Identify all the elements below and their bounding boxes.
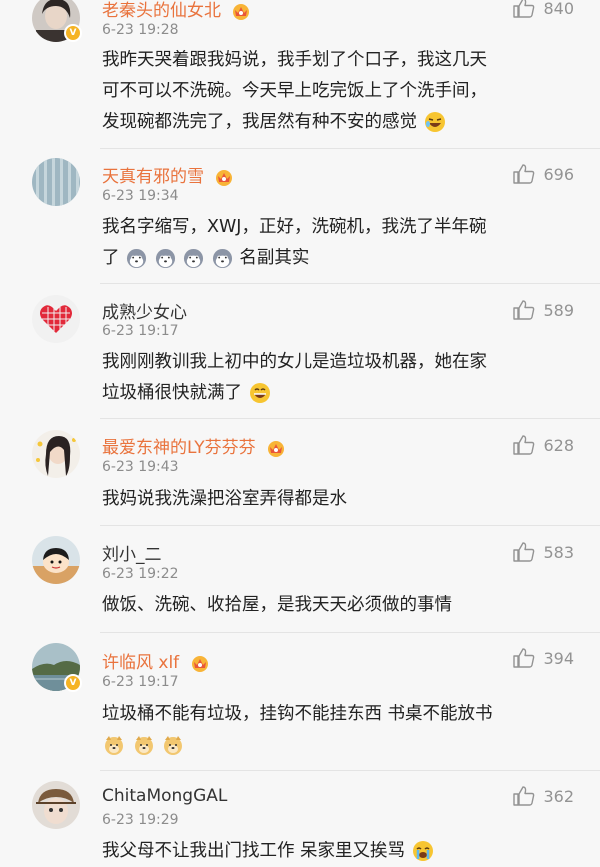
like-button[interactable]: 583 bbox=[513, 540, 574, 564]
divider bbox=[100, 283, 600, 284]
divider bbox=[100, 148, 600, 149]
comment-line: 可不可以不洗碗。今天早上吃完饭上了个洗手间， bbox=[102, 81, 487, 101]
comment-line: 我父母不让我出门找工作 呆家里又挨骂 bbox=[102, 841, 406, 861]
crown-vip-icon bbox=[191, 656, 208, 672]
like-button[interactable]: 840 bbox=[513, 0, 574, 20]
like-count: 696 bbox=[543, 164, 574, 184]
avatar[interactable] bbox=[32, 430, 80, 478]
comment-line: 名副其实 bbox=[239, 248, 310, 268]
like-count: 583 bbox=[543, 542, 574, 562]
comment-line: 垃圾桶很快就满了 bbox=[102, 383, 242, 403]
comment-text: 我妈说我洗澡把浴室弄得都是水 bbox=[102, 484, 572, 515]
like-button[interactable]: 394 bbox=[513, 646, 574, 670]
comment-text: 我刚刚教训我上初中的女儿是造垃圾机器，她在家 垃圾桶很快就满了 bbox=[102, 347, 572, 409]
husky-emoji-icon bbox=[155, 248, 175, 268]
comment-time: 6-23 19:34 bbox=[102, 188, 179, 204]
verified-badge-icon: V bbox=[64, 674, 82, 692]
divider bbox=[100, 770, 600, 771]
like-button[interactable]: 589 bbox=[513, 298, 574, 322]
like-count: 840 bbox=[543, 0, 574, 18]
username[interactable]: 许临风 xlf bbox=[102, 648, 211, 673]
doge-emoji-icon bbox=[134, 736, 153, 755]
verified-badge-icon: V bbox=[64, 24, 82, 42]
crying-emoji-icon bbox=[412, 841, 433, 861]
crown-vip-icon bbox=[233, 4, 250, 20]
like-button[interactable]: 696 bbox=[513, 162, 574, 186]
like-button[interactable]: 362 bbox=[513, 784, 574, 808]
comment-time: 6-23 19:28 bbox=[102, 22, 179, 38]
comment-text: 我昨天哭着跟我妈说，我手划了个口子，我这几天 可不可以不洗碗。今天早上吃完饭上了… bbox=[102, 45, 572, 138]
laughing-emoji-icon bbox=[424, 112, 445, 132]
thumbs-up-icon bbox=[513, 0, 535, 18]
comment-text: 垃圾桶不能有垃圾，挂钩不能挂东西 书桌不能放书 bbox=[102, 699, 572, 761]
username[interactable]: ChitaMongGAL bbox=[102, 786, 227, 806]
username[interactable]: 天真有邪的雪 bbox=[102, 162, 235, 187]
comment-time: 6-23 19:43 bbox=[102, 459, 179, 475]
comment-time: 6-23 19:22 bbox=[102, 566, 179, 582]
thumbs-up-icon bbox=[513, 542, 535, 562]
husky-emoji-icon bbox=[212, 248, 232, 268]
husky-emoji-icon bbox=[127, 248, 147, 268]
divider bbox=[100, 632, 600, 633]
comment-text: 我名字缩写，XWJ，正好，洗碗机，我洗了半年碗 了 名副其实 bbox=[102, 212, 572, 274]
avatar[interactable] bbox=[32, 781, 80, 829]
comment-text: 做饭、洗碗、收拾屋，是我天天必须做的事情 bbox=[102, 590, 572, 621]
comment-line: 做饭、洗碗、收拾屋，是我天天必须做的事情 bbox=[102, 595, 452, 615]
comment-line: 垃圾桶不能有垃圾，挂钩不能挂东西 书桌不能放书 bbox=[102, 704, 493, 724]
username[interactable]: 刘小_二 bbox=[102, 540, 162, 565]
like-count: 589 bbox=[543, 300, 574, 320]
husky-emoji-icon bbox=[184, 248, 204, 268]
avatar[interactable] bbox=[32, 295, 80, 343]
thumbs-up-icon bbox=[513, 435, 535, 455]
crown-vip-icon bbox=[216, 170, 233, 186]
comment-line: 了 bbox=[102, 248, 120, 268]
doge-emoji-icon bbox=[105, 736, 123, 755]
comment-time: 6-23 19:17 bbox=[102, 674, 179, 690]
like-count: 362 bbox=[543, 786, 574, 806]
comment-text: 我父母不让我出门找工作 呆家里又挨骂 bbox=[102, 836, 572, 867]
like-button[interactable]: 628 bbox=[513, 433, 574, 457]
doge-emoji-icon bbox=[164, 736, 183, 755]
comment-time: 6-23 19:29 bbox=[102, 812, 179, 828]
comment-line: 我名字缩写，XWJ，正好，洗碗机，我洗了半年碗 bbox=[102, 217, 487, 237]
grinning-sweat-emoji-icon bbox=[249, 383, 270, 403]
username[interactable]: 最爱东神的LY芬芬芬 bbox=[102, 433, 287, 458]
divider bbox=[100, 525, 600, 526]
thumbs-up-icon bbox=[513, 648, 535, 668]
thumbs-up-icon bbox=[513, 300, 535, 320]
avatar[interactable] bbox=[32, 158, 80, 206]
avatar[interactable] bbox=[32, 536, 80, 584]
comment-line: 我刚刚教训我上初中的女儿是造垃圾机器，她在家 bbox=[102, 352, 487, 372]
thumbs-up-icon bbox=[513, 164, 535, 184]
comment-line: 我妈说我洗澡把浴室弄得都是水 bbox=[102, 489, 347, 509]
crown-vip-icon bbox=[268, 441, 285, 457]
comment-line: 发现碗都洗完了，我居然有种不安的感觉 bbox=[102, 112, 417, 132]
username[interactable]: 成熟少女心 bbox=[102, 298, 187, 323]
comment-time: 6-23 19:17 bbox=[102, 323, 179, 339]
like-count: 628 bbox=[543, 435, 574, 455]
comment-line: 我昨天哭着跟我妈说，我手划了个口子，我这几天 bbox=[102, 50, 487, 70]
divider bbox=[100, 418, 600, 419]
like-count: 394 bbox=[543, 648, 574, 668]
username[interactable]: 老秦头的仙女北 bbox=[102, 0, 252, 21]
thumbs-up-icon bbox=[513, 786, 535, 806]
